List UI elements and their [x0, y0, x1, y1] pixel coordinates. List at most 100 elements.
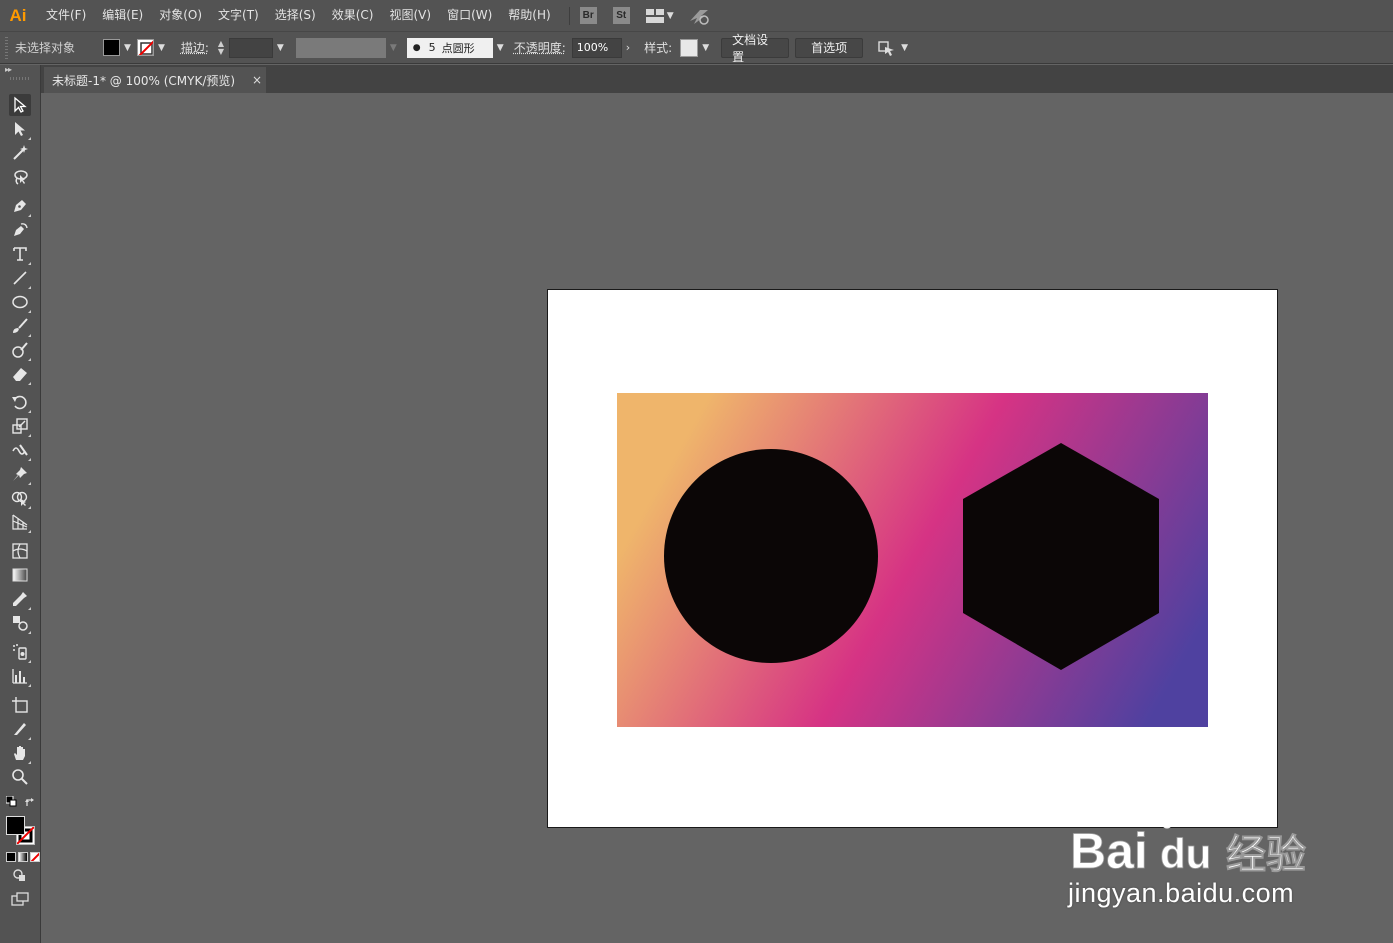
warp-tool[interactable]: [9, 439, 31, 461]
style-label: 样式:: [644, 39, 672, 56]
ellipse-tool[interactable]: [9, 291, 31, 313]
pen-tool[interactable]: [9, 195, 31, 217]
line-segment-tool[interactable]: [9, 267, 31, 289]
chevron-down-icon[interactable]: ▼: [158, 43, 165, 53]
watermark-brand: Bai: [1070, 823, 1148, 879]
selection-arrow-icon: [14, 96, 27, 113]
app-logo: Ai: [9, 5, 27, 25]
screen-mode-icon[interactable]: [11, 892, 29, 906]
menu-edit[interactable]: 编辑(E): [94, 0, 151, 31]
shape-builder-tool[interactable]: [9, 487, 31, 509]
menu-select[interactable]: 选择(S): [267, 0, 324, 31]
opacity-colon: :: [561, 41, 566, 55]
baidu-jingyan-watermark: Bai du 经验 jingyan.baidu.com: [1066, 790, 1326, 920]
graphic-style-swatch[interactable]: [680, 38, 699, 57]
opacity-label[interactable]: 不透明度:: [514, 39, 566, 56]
draw-mode-icon[interactable]: [12, 868, 28, 882]
document-setup-button[interactable]: 文档设置: [721, 33, 790, 64]
shaper-tool[interactable]: [9, 339, 31, 361]
arrange-documents-icon: [645, 8, 664, 23]
selection-status: 未选择对象: [15, 41, 76, 55]
perspective-grid-tool[interactable]: [9, 511, 31, 533]
menu-file[interactable]: 文件(F): [36, 0, 94, 31]
slice-tool[interactable]: [9, 718, 31, 740]
rotate-icon: [12, 395, 27, 410]
chevron-down-icon[interactable]: ▼: [901, 43, 908, 53]
gradient-button[interactable]: [18, 852, 28, 862]
swap-fill-stroke-icon[interactable]: [25, 797, 36, 808]
paintbrush-icon: [13, 318, 28, 333]
stroke-colon: :: [204, 41, 209, 55]
panel-grip[interactable]: [5, 36, 8, 59]
bridge-button[interactable]: Br: [579, 7, 597, 24]
default-colors-icon[interactable]: [6, 796, 17, 807]
gpu-performance-icon[interactable]: [688, 7, 710, 25]
chevron-down-icon[interactable]: ▼: [124, 43, 131, 53]
fill-color-box[interactable]: [6, 816, 25, 835]
artboard[interactable]: [547, 289, 1278, 828]
zoom-tool[interactable]: [9, 766, 31, 788]
rotate-tool[interactable]: [9, 391, 31, 413]
chevron-right-icon[interactable]: ›: [626, 41, 630, 54]
document-tab[interactable]: 未标题-1* @ 100% (CMYK/预览) ×: [44, 67, 266, 93]
paintbrush-tool[interactable]: [9, 315, 31, 337]
direct-selection-tool[interactable]: [9, 118, 31, 140]
arrange-documents-button[interactable]: ▼: [645, 8, 674, 23]
curvature-tool[interactable]: [9, 219, 31, 241]
chevron-down-icon[interactable]: ▼: [702, 43, 709, 53]
black-circle[interactable]: [664, 449, 878, 663]
color-button[interactable]: [6, 852, 16, 862]
scale-tool[interactable]: [9, 415, 31, 437]
stroke-swatch[interactable]: [136, 39, 154, 56]
menu-type[interactable]: 文字(T): [210, 0, 267, 31]
brush-name: 点圆形: [441, 41, 475, 55]
hand-icon: [14, 746, 25, 760]
artboard-tool[interactable]: [9, 694, 31, 716]
mesh-tool[interactable]: [9, 540, 31, 562]
artboard-icon: [12, 697, 28, 713]
line-segment-icon: [13, 271, 27, 285]
menu-help[interactable]: 帮助(H): [500, 0, 558, 31]
menu-effect[interactable]: 效果(C): [324, 0, 382, 31]
menu-window[interactable]: 窗口(W): [439, 0, 500, 31]
chevron-down-icon[interactable]: ▼: [497, 43, 504, 53]
watermark-url: jingyan.baidu.com: [1068, 878, 1295, 908]
shaper-icon: [12, 342, 28, 358]
stroke-weight-input[interactable]: [228, 37, 273, 58]
align-options-icon[interactable]: [877, 39, 897, 57]
eraser-tool[interactable]: [9, 363, 31, 385]
column-graph-tool[interactable]: [9, 665, 31, 687]
chevron-down-icon[interactable]: ▼: [277, 43, 284, 53]
brush-definition-box[interactable]: ● 5 点圆形: [406, 37, 493, 58]
hand-tool[interactable]: [9, 742, 31, 764]
symbol-sprayer-tool[interactable]: [9, 641, 31, 663]
menu-object[interactable]: 对象(O): [151, 0, 210, 31]
opacity-input[interactable]: 100%: [571, 37, 622, 58]
type-tool[interactable]: [9, 243, 31, 265]
eyedropper-tool[interactable]: [9, 588, 31, 610]
stock-button[interactable]: St: [612, 7, 630, 24]
blend-tool[interactable]: [9, 612, 31, 634]
variable-width-profile[interactable]: [295, 37, 386, 58]
scale-icon: [12, 418, 28, 434]
menu-view[interactable]: 视图(V): [381, 0, 439, 31]
knife-icon: [14, 723, 26, 735]
lasso-tool[interactable]: [9, 166, 31, 188]
stroke-label[interactable]: 描边:: [181, 39, 209, 56]
type-t-icon: [13, 247, 27, 261]
color-mode-buttons: [6, 852, 40, 862]
selection-tool[interactable]: [9, 94, 31, 116]
none-button[interactable]: [30, 852, 40, 862]
magic-wand-tool[interactable]: [9, 142, 31, 164]
tools-panel: ▸▸: [0, 65, 41, 943]
puppet-warp-tool[interactable]: [9, 463, 31, 485]
stroke-weight-stepper[interactable]: ▲ ▼: [215, 38, 227, 58]
gradient-tool[interactable]: [9, 564, 31, 586]
close-icon[interactable]: ×: [250, 73, 264, 87]
panel-collapse-arrows[interactable]: ▸▸: [5, 65, 12, 74]
preferences-button[interactable]: 首选项: [795, 37, 864, 58]
shape-builder-icon: [11, 491, 28, 506]
panel-grip[interactable]: [10, 77, 30, 80]
brush-size: 5: [428, 41, 436, 54]
fill-swatch[interactable]: [103, 39, 121, 56]
